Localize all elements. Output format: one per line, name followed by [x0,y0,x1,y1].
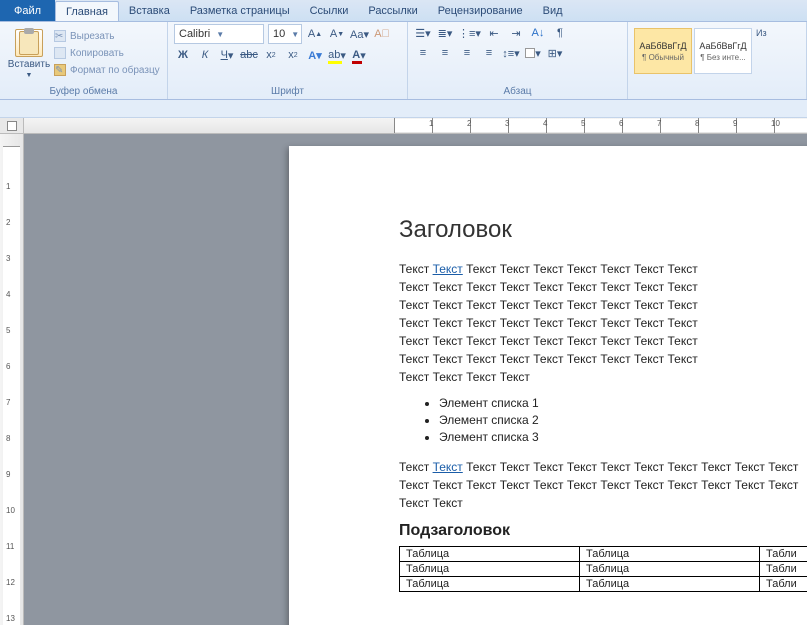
tab-insert[interactable]: Вставка [119,0,180,21]
strike-button[interactable]: abc [240,46,258,64]
shading-button[interactable]: ▾ [524,44,542,62]
bold-button[interactable]: Ж [174,46,192,64]
borders-button[interactable]: ⊞▾ [546,44,564,62]
cut-button[interactable]: ✂ Вырезать [54,28,160,44]
tab-home[interactable]: Главная [55,1,119,21]
table-row: Таблица Таблица Табли [400,547,807,562]
line-spacing-button[interactable]: ↕≡▾ [502,44,520,62]
change-case-button[interactable]: Aa▾ [350,25,369,43]
list-item: Элемент списка 1 [439,396,807,410]
document-canvas[interactable]: Заголовок Текст Текст Текст Текст Текст … [24,134,807,625]
table-cell: Табли [760,577,807,592]
doc-table: Таблица Таблица Табли Таблица Таблица Та… [399,546,807,592]
group-font: Calibri▼ 10▼ A▲ A▼ Aa▾ A⃠ Ж К Ч▾ abc x2 … [168,22,408,99]
decrease-indent-button[interactable]: ⇤ [485,24,503,42]
list-item: Элемент списка 3 [439,430,807,444]
table-cell: Табли [760,562,807,577]
group-paragraph-label: Абзац [414,84,621,99]
text-effects-button[interactable]: A▾ [306,46,324,64]
tab-page-layout[interactable]: Разметка страницы [180,0,300,21]
bullets-button[interactable]: ☰▾ [414,24,432,42]
page: Заголовок Текст Текст Текст Текст Текст … [289,146,807,625]
table-cell: Таблица [400,577,580,592]
align-left-button[interactable]: ≡ [414,44,432,62]
tab-mailings[interactable]: Рассылки [358,0,427,21]
document-content: Заголовок Текст Текст Текст Текст Текст … [289,146,807,592]
doc-paragraph-2: Текст Текст Текст Текст Текст Текст Текс… [399,458,807,512]
horizontal-ruler[interactable]: 1234567891011121314151617 [24,118,807,133]
file-tab[interactable]: Файл [0,0,55,21]
styles-more-label: Из [756,28,767,38]
copy-button[interactable]: Копировать [54,45,160,61]
shrink-font-button[interactable]: A▼ [328,25,346,43]
chevron-down-icon: ▼ [216,30,224,39]
font-name-select[interactable]: Calibri▼ [174,24,264,44]
paste-button[interactable]: Вставить ▼ [6,24,52,84]
align-center-button[interactable]: ≡ [436,44,454,62]
copy-icon [54,47,66,59]
ribbon: Вставить ▼ ✂ Вырезать Копировать ✎ Форма… [0,22,807,100]
doc-paragraph-1: Текст Текст Текст Текст Текст Текст Текс… [399,260,729,386]
table-cell: Таблица [580,562,760,577]
paste-label: Вставить [8,59,50,70]
underline-button[interactable]: Ч▾ [218,46,236,64]
table-cell: Таблица [580,547,760,562]
doc-list: Элемент списка 1 Элемент списка 2 Элемен… [439,396,807,444]
highlight-button[interactable]: ab▾ [328,46,346,64]
table-cell: Таблица [580,577,760,592]
doc-heading: Заголовок [399,216,807,244]
edit-area: 12345678910111213 Заголовок Текст Текст … [0,134,807,625]
vertical-ruler[interactable]: 12345678910111213 [0,134,24,625]
grow-font-button[interactable]: A▲ [306,25,324,43]
superscript-button[interactable]: x2 [284,46,302,64]
format-painter-button[interactable]: ✎ Формат по образцу [54,62,160,78]
tab-view[interactable]: Вид [533,0,573,21]
tab-review[interactable]: Рецензирование [428,0,533,21]
group-styles: АаБбВвГгД ¶ Обычный АаБбВвГгД ¶ Без инте… [628,22,807,99]
table-cell: Таблица [400,547,580,562]
sort-button[interactable]: A↓ [529,24,547,42]
clipboard-icon [15,29,43,57]
chevron-down-icon: ▼ [291,30,299,39]
toolbar-strip [0,100,807,118]
group-paragraph: ☰▾ ≣▾ ⋮≡▾ ⇤ ⇥ A↓ ¶ ≡ ≡ ≡ ≡ ↕≡▾ ▾ ⊞▾ Абза… [408,22,628,99]
font-size-select[interactable]: 10▼ [268,24,302,44]
table-cell: Табли [760,547,807,562]
horizontal-ruler-area: 1234567891011121314151617 [0,118,807,134]
style-normal[interactable]: АаБбВвГгД ¶ Обычный [634,28,692,74]
ruler-toggle[interactable] [0,118,24,133]
table-cell: Таблица [400,562,580,577]
subscript-button[interactable]: x2 [262,46,280,64]
scissors-icon: ✂ [54,30,66,42]
ribbon-tabs-bar: Файл Главная Вставка Разметка страницы С… [0,0,807,22]
list-item: Элемент списка 2 [439,413,807,427]
table-row: Таблица Таблица Табли [400,562,807,577]
align-right-button[interactable]: ≡ [458,44,476,62]
italic-button[interactable]: К [196,46,214,64]
increase-indent-button[interactable]: ⇥ [507,24,525,42]
tab-references[interactable]: Ссылки [300,0,359,21]
group-styles-label [634,95,800,99]
clear-format-button[interactable]: A⃠ [373,25,391,43]
table-row: Таблица Таблица Табли [400,577,807,592]
doc-subheading: Подзаголовок [399,522,807,540]
multilevel-button[interactable]: ⋮≡▾ [458,24,481,42]
font-color-button[interactable]: A▾ [350,46,368,64]
group-font-label: Шрифт [174,84,401,99]
justify-button[interactable]: ≡ [480,44,498,62]
numbering-button[interactable]: ≣▾ [436,24,454,42]
show-marks-button[interactable]: ¶ [551,24,569,42]
brush-icon: ✎ [54,64,66,76]
group-clipboard-label: Буфер обмена [6,84,161,99]
chevron-down-icon: ▼ [26,72,33,79]
group-clipboard: Вставить ▼ ✂ Вырезать Копировать ✎ Форма… [0,22,168,99]
style-no-spacing[interactable]: АаБбВвГгД ¶ Без инте... [694,28,752,74]
